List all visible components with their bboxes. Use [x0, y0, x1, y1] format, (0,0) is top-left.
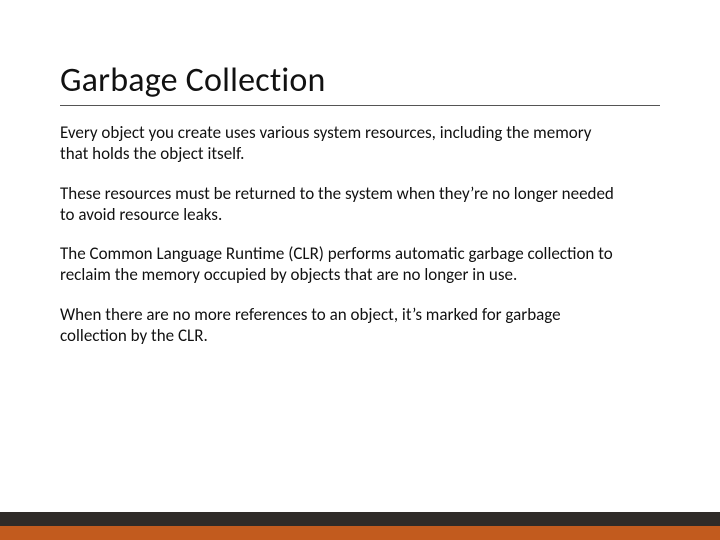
slide: Garbage Collection Every object you crea…	[0, 0, 720, 540]
slide-content: Garbage Collection Every object you crea…	[0, 0, 720, 346]
slide-paragraph: Every object you create uses various sys…	[60, 122, 620, 165]
slide-paragraph: These resources must be returned to the …	[60, 183, 620, 226]
slide-paragraph: The Common Language Runtime (CLR) perfor…	[60, 243, 620, 286]
slide-paragraph: When there are no more references to an …	[60, 304, 620, 347]
footer-band-dark	[0, 512, 720, 526]
slide-footer	[0, 512, 720, 540]
slide-title: Garbage Collection	[60, 60, 660, 106]
footer-band-orange	[0, 526, 720, 540]
